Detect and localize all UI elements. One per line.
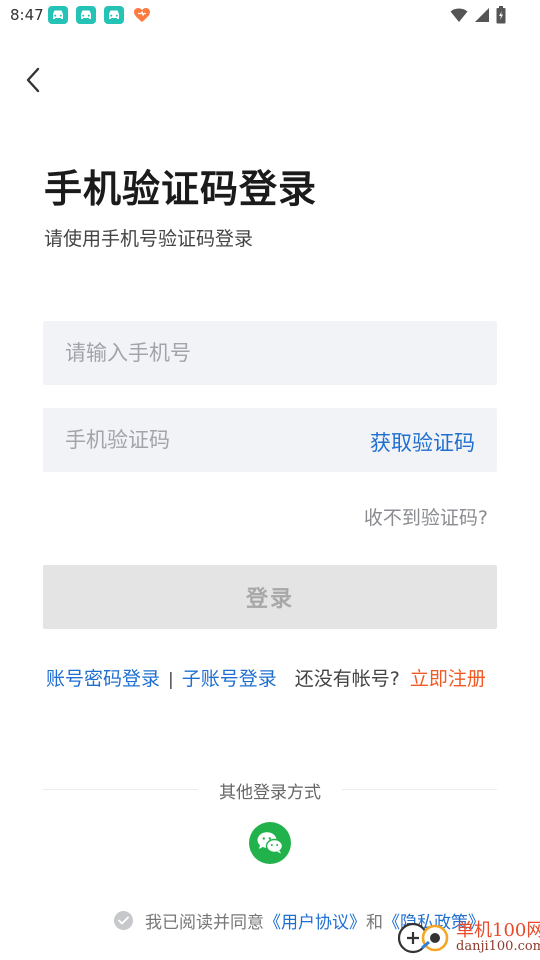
register-link[interactable]: 立即注册 (410, 668, 486, 690)
car-notification-icon (48, 6, 68, 24)
signal-icon (475, 8, 489, 22)
agreement-and: 和 (366, 913, 383, 933)
system-icons (450, 6, 506, 24)
chevron-left-icon (26, 67, 40, 93)
watermark-logo-icon (398, 922, 449, 954)
code-input-container: 获取验证码 (43, 408, 497, 472)
divider-line-right (342, 789, 497, 790)
agreement-checkbox[interactable] (114, 911, 133, 930)
page-subtitle: 请使用手机号验证码登录 (44, 228, 254, 250)
wifi-icon (450, 8, 468, 22)
user-agreement-link[interactable]: 《用户协议》 (264, 908, 366, 933)
phone-input-container (43, 321, 497, 385)
get-code-button[interactable]: 获取验证码 (370, 427, 475, 457)
sub-account-login-link[interactable]: 子账号登录 (182, 668, 277, 690)
wechat-login-button[interactable] (249, 822, 291, 864)
no-code-link[interactable]: 收不到验证码? (364, 503, 488, 530)
no-account-text: 还没有帐号? (294, 668, 400, 690)
link-separator: | (168, 670, 174, 690)
agreement-prefix: 我已阅读并同意 (145, 913, 264, 933)
car-notification-icon (76, 6, 96, 24)
check-icon (118, 916, 129, 925)
watermark-en-text: danji100.com (456, 939, 540, 954)
status-bar: 8:47 (0, 0, 540, 30)
status-time: 8:47 (10, 6, 44, 24)
login-button[interactable]: 登录 (43, 565, 497, 629)
other-login-divider: 其他登录方式 (43, 778, 497, 803)
back-button[interactable] (18, 64, 48, 96)
battery-icon (496, 6, 506, 24)
page-title: 手机验证码登录 (44, 167, 318, 211)
phone-input[interactable] (43, 321, 497, 385)
watermark: 单机100网 danji100.com (394, 914, 540, 960)
wechat-icon (257, 832, 284, 854)
login-options-row: 账号密码登录 | 子账号登录 还没有帐号? 立即注册 (46, 664, 506, 691)
password-login-link[interactable]: 账号密码登录 (46, 668, 160, 690)
heart-notification-icon (132, 6, 152, 24)
car-notification-icon (104, 6, 124, 24)
verification-code-input[interactable] (43, 408, 343, 472)
other-login-label: 其他登录方式 (219, 783, 321, 803)
notification-icons (48, 6, 152, 24)
